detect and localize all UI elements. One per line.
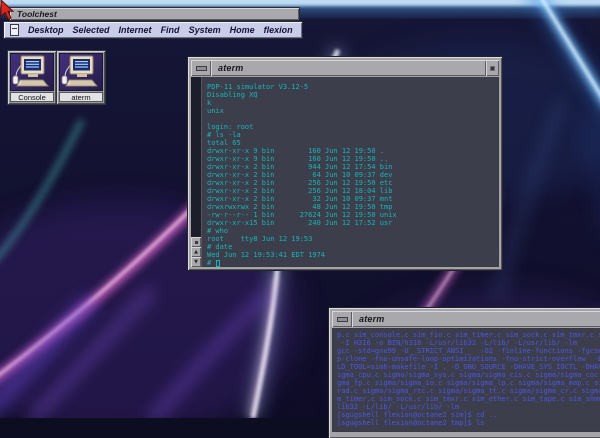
window-title: aterm	[211, 60, 486, 76]
terminal-line: p.c sim_console.c sim_fio.c sim_timer.c …	[337, 331, 600, 339]
terminal-line: -I H316 -o BIN/h316 -L/usr/lib32 -L/lib/…	[337, 339, 600, 347]
terminal-screen[interactable]: PDP-11 simulator V3.12-5Disabling XQkuni…	[202, 77, 499, 267]
menu-item-desktop[interactable]: Desktop	[28, 25, 64, 35]
terminal-line: login: root	[207, 123, 499, 131]
maximize-button[interactable]	[486, 60, 499, 76]
terminal-line: drwxr-xr-x 2 bin 32 Jun 10 09:37 mnt	[207, 195, 499, 203]
scrollbar[interactable]: ▲ ▼	[191, 77, 202, 267]
scroll-down-button[interactable]: ▼	[191, 257, 201, 267]
terminal-line: gma_fp.c sigma/sigma_io.c sigma/sigma_lp…	[337, 379, 600, 387]
shell-prompt: #	[207, 259, 215, 267]
window-titlebar[interactable]: aterm	[191, 60, 499, 76]
terminal-line: unix	[207, 107, 499, 115]
window-title: aterm	[352, 311, 600, 327]
maximize-dot-icon	[490, 66, 495, 71]
menu-item-home[interactable]: Home	[230, 25, 255, 35]
terminal-screen[interactable]: p.c sim_console.c sim_fio.c sim_timer.c …	[332, 328, 600, 432]
toolchest-menubar: Desktop Selected Internet Find System Ho…	[4, 22, 302, 38]
menu-item-find[interactable]: Find	[161, 25, 180, 35]
terminal-line: drwxr-xr-x 2 bin 256 Jun 12 18:04 lib	[207, 187, 499, 195]
terminal-line: LD_TOOL=simh-makefile -I . -D_GNU_SOURCE…	[337, 363, 600, 371]
computer-icon	[59, 53, 103, 91]
window-menu-button[interactable]	[191, 60, 211, 76]
terminal-client: p.c sim_console.c sim_fio.c sim_timer.c …	[332, 328, 600, 432]
terminal-line: drwxr-xr-x 2 bin 256 Jun 12 19:50 etc	[207, 179, 499, 187]
menu-item-system[interactable]: System	[189, 25, 221, 35]
icon-label-aterm: aterm	[59, 92, 103, 102]
desktop-icon-aterm[interactable]: aterm	[57, 51, 105, 104]
terminal-line: drwxr-xr-x 9 bin 160 Jun 12 19:50 .	[207, 147, 499, 155]
window-menu-dash-icon	[196, 66, 207, 71]
scroll-menu-button[interactable]	[191, 237, 201, 247]
terminal-line: drwxr-xr-x 9 bin 160 Jun 12 19:50 ..	[207, 155, 499, 163]
desktop: { "pointer": {"type": "red-arrow"}, "col…	[0, 0, 600, 418]
window-menu-button[interactable]	[332, 311, 352, 327]
terminal-line: gcc -std=gnu99 -U__STRICT_ANSI__ -O2 -fi…	[337, 347, 600, 355]
terminal-line: drwxr-xr-x 2 bin 64 Jun 10 09:37 dev	[207, 171, 499, 179]
aterm-window-build: aterm p.c sim_console.c sim_fio.c sim_ti…	[329, 308, 600, 438]
terminal-line: # date	[207, 243, 499, 251]
aterm-window-pdp11: aterm ▲ ▼ PDP-11 simulator V3.12-5Disabl…	[188, 57, 502, 270]
scroll-up-button[interactable]: ▲	[191, 247, 201, 257]
terminal-line: Wed Jun 12 19:53:41 EDT 1974	[207, 251, 499, 259]
terminal-line: k	[207, 99, 499, 107]
computer-icon	[10, 53, 54, 91]
menu-item-flexion[interactable]: flexion	[264, 25, 293, 35]
terminal-line: igma_cpu.c sigma/sigma_sys.c sigma/sigma…	[337, 371, 600, 379]
terminal-line: drwxr-xr-x 2 bin 944 Jun 12 17:54 bin	[207, 163, 499, 171]
text-cursor	[216, 260, 220, 267]
menu-item-internet[interactable]: Internet	[119, 25, 152, 35]
menu-item-selected[interactable]: Selected	[73, 25, 110, 35]
terminal-line: p-clone -fno-unsafe-loop-optimizations -…	[337, 355, 600, 363]
terminal-line: PDP-11 simulator V3.12-5	[207, 83, 499, 91]
terminal-line: # who	[207, 227, 499, 235]
terminal-line: drwxrwxrwx 2 bin 48 Jun 12 19:50 tmp	[207, 203, 499, 211]
terminal-line: Disabling XQ	[207, 91, 499, 99]
terminal-line: -rw-r--r-- 1 bin 27624 Jun 12 19:50 unix	[207, 211, 499, 219]
terminal-line: [sgugshell flexion@octane2 tmp]$ ls	[337, 419, 600, 427]
terminal-line	[207, 115, 499, 123]
terminal-line: # ls -la	[207, 131, 499, 139]
terminal-client: ▲ ▼ PDP-11 simulator V3.12-5Disabling XQ…	[191, 77, 499, 267]
window-titlebar[interactable]: aterm	[332, 311, 600, 327]
terminal-line: rad.c sigma/sigma_rtc.c sigma/sigma_tt.c…	[337, 387, 600, 395]
prompt-row: #	[207, 259, 499, 267]
terminal-output: p.c sim_console.c sim_fio.c sim_timer.c …	[337, 331, 600, 427]
mouse-pointer-icon	[0, 0, 16, 27]
terminal-line: drwxr-xr-x15 bin 240 Jun 12 17:52 usr	[207, 219, 499, 227]
desktop-icon-console[interactable]: Console	[8, 51, 56, 104]
terminal-line: lib32 -L/lib/ -L/usr/lib/ -lm	[337, 403, 600, 411]
terminal-line: root tty8 Jun 12 19:53	[207, 235, 499, 243]
window-menu-dash-icon	[337, 317, 348, 322]
toolchest-titlebar[interactable]: Toolchest	[10, 8, 299, 20]
terminal-line: m_timer.c sim_sock.c sim_tmxr.c sim_ethe…	[337, 395, 600, 403]
menu-item-help[interactable]: Help	[302, 25, 322, 35]
terminal-output: PDP-11 simulator V3.12-5Disabling XQkuni…	[207, 83, 499, 259]
terminal-line: total 65	[207, 139, 499, 147]
scroll-dot-icon	[195, 241, 198, 244]
icon-label-console: Console	[10, 92, 54, 102]
toolchest-title: Toolchest	[17, 9, 57, 19]
